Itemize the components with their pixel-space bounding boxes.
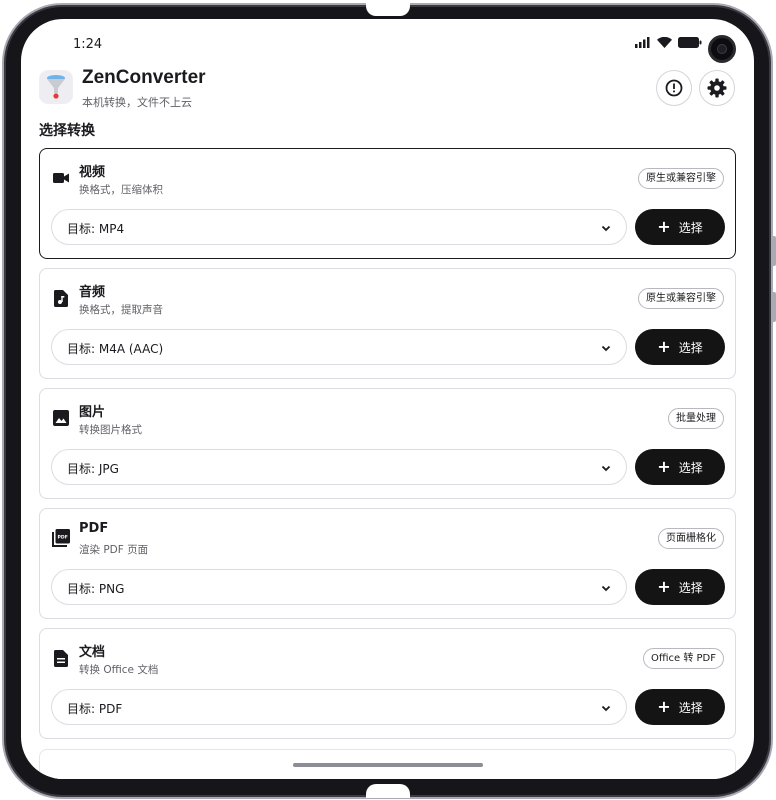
info-icon: [665, 79, 683, 97]
chevron-down-icon: [601, 705, 611, 712]
volume-down-button: [772, 292, 776, 322]
hinge-bottom: [366, 784, 410, 798]
hinge-top: [366, 2, 410, 16]
chevron-down-icon: [601, 465, 611, 472]
status-bar: 1:24: [21, 19, 754, 69]
status-icons: [635, 37, 702, 48]
card-description: 渲染 PDF 页面: [79, 544, 149, 556]
card-audio[interactable]: 音频 换格式，提取声音 原生或兼容引擎 目标: M4A (AAC) + 选择: [39, 268, 736, 379]
chevron-down-icon: [601, 345, 611, 352]
select-button-label: 选择: [678, 220, 703, 235]
app-logo: [39, 70, 73, 104]
target-format-label: 目标: MP4: [67, 222, 125, 236]
card-description: 换格式，压缩体积: [79, 184, 163, 196]
plus-icon: +: [657, 457, 671, 476]
pdf-icon: PDF: [52, 529, 70, 547]
wifi-icon: [657, 37, 672, 48]
target-format-select[interactable]: 目标: JPG: [51, 449, 627, 485]
info-button[interactable]: [656, 70, 692, 106]
audio-file-icon: [52, 289, 70, 307]
select-button-label: 选择: [678, 580, 703, 595]
funnel-logo-icon: [47, 75, 65, 99]
image-icon: [52, 409, 70, 427]
select-button-label: 选择: [678, 700, 703, 715]
card-description: 换格式，提取声音: [79, 304, 163, 316]
card-title: 图片: [79, 405, 106, 420]
target-format-label: 目标: PDF: [67, 702, 123, 716]
gear-icon: [707, 78, 727, 98]
plus-icon: +: [657, 577, 671, 596]
target-format-label: 目标: JPG: [67, 462, 119, 476]
card-title: 音频: [79, 285, 106, 300]
target-format-select[interactable]: 目标: PNG: [51, 569, 627, 605]
app-subtitle: 本机转换，文件不上云: [82, 96, 192, 109]
target-format-select[interactable]: 目标: PDF: [51, 689, 627, 725]
home-indicator[interactable]: [293, 763, 483, 767]
feature-badge: 批量处理: [668, 408, 724, 429]
front-camera: [708, 35, 736, 63]
select-file-button[interactable]: + 选择: [635, 209, 725, 245]
card-title: 文档: [79, 645, 106, 660]
target-format-label: 目标: M4A (AAC): [67, 342, 164, 356]
engine-badge: 原生或兼容引擎: [638, 168, 724, 189]
select-file-button[interactable]: + 选择: [635, 449, 725, 485]
feature-badge: 页面栅格化: [658, 528, 724, 549]
card-description: 转换图片格式: [79, 424, 142, 436]
target-format-select[interactable]: 目标: MP4: [51, 209, 627, 245]
battery-icon: [678, 37, 702, 48]
target-format-select[interactable]: 目标: M4A (AAC): [51, 329, 627, 365]
video-camera-icon: [52, 169, 70, 187]
card-document[interactable]: 文档 转换 Office 文档 Office 转 PDF 目标: PDF + 选…: [39, 628, 736, 739]
engine-badge: 原生或兼容引擎: [638, 288, 724, 309]
plus-icon: +: [657, 217, 671, 236]
card-pdf[interactable]: PDF PDF 渲染 PDF 页面 页面栅格化 目标: PNG + 选择: [39, 508, 736, 619]
plus-icon: +: [657, 697, 671, 716]
chevron-down-icon: [601, 225, 611, 232]
card-title: 视频: [79, 165, 106, 180]
plus-icon: +: [657, 337, 671, 356]
select-button-label: 选择: [678, 460, 703, 475]
select-button-label: 选择: [678, 340, 703, 355]
select-file-button[interactable]: + 选择: [635, 329, 725, 365]
document-icon: [52, 649, 70, 667]
select-file-button[interactable]: + 选择: [635, 689, 725, 725]
app-title: ZenConverter: [82, 67, 206, 88]
volume-up-button: [772, 236, 776, 266]
section-title: 选择转换: [39, 123, 95, 139]
svg-text:PDF: PDF: [58, 535, 68, 541]
settings-button[interactable]: [699, 70, 735, 106]
card-image[interactable]: 图片 转换图片格式 批量处理 目标: JPG + 选择: [39, 388, 736, 499]
card-description: 转换 Office 文档: [79, 664, 159, 676]
signal-icon: [635, 37, 650, 48]
target-format-label: 目标: PNG: [67, 582, 125, 596]
select-file-button[interactable]: + 选择: [635, 569, 725, 605]
card-video[interactable]: 视频 换格式，压缩体积 原生或兼容引擎 目标: MP4 + 选择: [39, 148, 736, 259]
screen: 1:24 ZenConverter 本机转换，文件不上云 选择转换 视频 换格式…: [21, 19, 754, 779]
status-time: 1:24: [73, 37, 103, 52]
chevron-down-icon: [601, 585, 611, 592]
card-title: PDF: [79, 521, 109, 536]
feature-badge: Office 转 PDF: [642, 648, 724, 669]
